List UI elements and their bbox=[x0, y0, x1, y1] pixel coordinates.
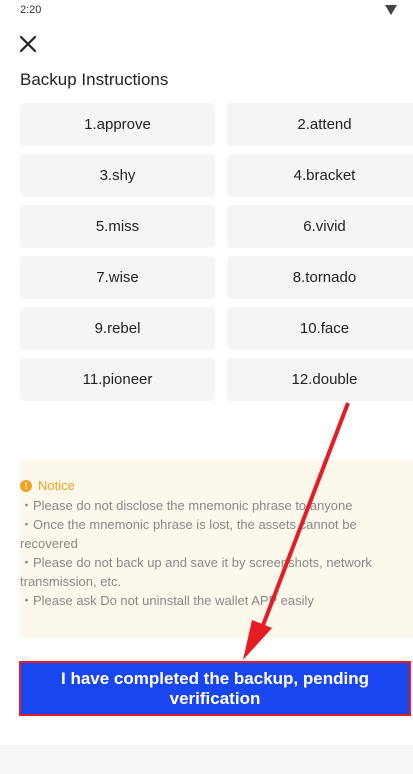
word-cell-8: 8.tornado bbox=[227, 256, 413, 299]
word-cell-10: 10.face bbox=[227, 307, 413, 350]
bottom-bar bbox=[0, 745, 413, 774]
notice-line: ・Once the mnemonic phrase is lost, the a… bbox=[20, 517, 357, 551]
notice-line: ・Please ask Do not uninstall the wallet … bbox=[20, 593, 314, 608]
notice-title: Notice bbox=[38, 478, 75, 493]
notice-header: ! Notice bbox=[20, 478, 75, 493]
status-time: 2:20 bbox=[20, 4, 42, 16]
word-cell-6: 6.vivid bbox=[227, 205, 413, 248]
word-cell-1: 1.approve bbox=[20, 103, 215, 146]
word-cell-5: 5.miss bbox=[20, 205, 215, 248]
word-cell-12: 12.double bbox=[227, 358, 413, 401]
word-cell-4: 4.bracket bbox=[227, 154, 413, 197]
word-cell-3: 3.shy bbox=[20, 154, 215, 197]
word-cell-7: 7.wise bbox=[20, 256, 215, 299]
status-bar: 2:20 bbox=[0, 0, 413, 24]
close-icon[interactable] bbox=[18, 34, 38, 54]
page-title: Backup Instructions bbox=[20, 70, 169, 89]
notice-line: ・Please do not disclose the mnemonic phr… bbox=[20, 498, 353, 513]
notice-text: ・Please do not disclose the mnemonic phr… bbox=[20, 496, 410, 610]
notice-line: ・Please do not back up and save it by sc… bbox=[20, 555, 372, 589]
wifi-icon bbox=[385, 5, 397, 15]
word-cell-9: 9.rebel bbox=[20, 307, 215, 350]
confirm-backup-button[interactable]: I have completed the backup, pending ver… bbox=[19, 661, 411, 716]
word-cell-2: 2.attend bbox=[227, 103, 413, 146]
word-cell-11: 11.pioneer bbox=[20, 358, 215, 401]
notice-box: ! Notice ・Please do not disclose the mne… bbox=[20, 460, 413, 638]
warning-icon: ! bbox=[20, 479, 32, 492]
